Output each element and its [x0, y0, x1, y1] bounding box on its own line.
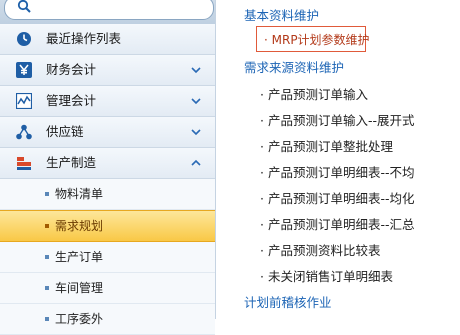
sidebar-subitem-production-order[interactable]: 生产订单 [0, 242, 215, 273]
sidebar-item-manufacturing[interactable]: 生产制造 [0, 148, 215, 179]
sidebar-item-supply-chain[interactable]: 供应链 [0, 117, 215, 148]
mrp-params-link[interactable]: · MRP计划参数维护 [264, 31, 370, 48]
sidebar-menu: 最近操作列表 财务会计 管理会计 供应链 生产制造 物料清单 需求规划 生产订单… [0, 24, 215, 335]
sidebar-subitem-label: 需求规划 [55, 219, 104, 233]
bullet-icon [45, 224, 49, 228]
sidebar-item-label: 最近操作列表 [46, 31, 122, 46]
link-forecast-order-input[interactable]: · 产品预测订单输入 [260, 84, 368, 103]
section-title-pre-plan-audit[interactable]: 计划前稽核作业 [244, 292, 332, 311]
link-forecast-detail-uneven[interactable]: · 产品预测订单明细表--不均 [260, 162, 414, 181]
factory-icon [17, 157, 31, 170]
sidebar-item-finance[interactable]: 财务会计 [0, 55, 215, 86]
sidebar: 最近操作列表 财务会计 管理会计 供应链 生产制造 物料清单 需求规划 生产订单… [0, 0, 216, 335]
sidebar-item-label: 财务会计 [46, 62, 97, 77]
search-bar [0, 0, 215, 24]
bullet-icon [45, 192, 49, 196]
sidebar-item-management-accounting[interactable]: 管理会计 [0, 86, 215, 117]
sidebar-subitem-label: 物料清单 [55, 187, 104, 201]
sidebar-item-label: 供应链 [46, 124, 84, 139]
sidebar-subitem-label: 工序委外 [55, 312, 104, 326]
link-forecast-order-input-expanded[interactable]: · 产品预测订单输入--展开式 [260, 110, 414, 129]
bullet-icon [45, 286, 49, 290]
section-title-demand-source[interactable]: 需求来源资料维护 [244, 57, 344, 76]
sidebar-subitem-outsourcing[interactable]: 工序委外 [0, 304, 215, 335]
sidebar-subitem-workshop[interactable]: 车间管理 [0, 273, 215, 304]
search-input[interactable] [4, 0, 214, 20]
sidebar-subitem-label: 车间管理 [55, 281, 104, 295]
sidebar-item-recent[interactable]: 最近操作列表 [0, 24, 215, 55]
link-forecast-compare[interactable]: · 产品预测资料比较表 [260, 240, 380, 259]
link-open-sales-orders[interactable]: · 未关闭销售订单明细表 [260, 266, 393, 285]
chevron-down-icon [191, 98, 201, 105]
section-title-basic[interactable]: 基本资料维护 [244, 5, 319, 24]
yen-icon [16, 62, 32, 78]
chevron-down-icon [191, 129, 201, 136]
sidebar-item-label: 生产制造 [46, 155, 97, 170]
bullet-icon [45, 317, 49, 321]
chart-icon [16, 93, 32, 109]
sidebar-subitem-demand-planning[interactable]: 需求规划 [0, 210, 215, 242]
link-forecast-detail-summary[interactable]: · 产品预测订单明细表--汇总 [260, 214, 414, 233]
sidebar-subitem-label: 生产订单 [55, 250, 104, 264]
clock-icon [17, 32, 31, 46]
bullet-icon [45, 255, 49, 259]
chevron-down-icon [191, 67, 201, 74]
main-content: 基本资料维护 · MRP计划参数维护 需求来源资料维护 · 产品预测订单输入 ·… [216, 0, 460, 319]
search-icon [17, 0, 31, 13]
sidebar-item-label: 管理会计 [46, 93, 97, 108]
sidebar-subitem-bom[interactable]: 物料清单 [0, 179, 215, 210]
chevron-up-icon [191, 159, 201, 166]
link-forecast-order-batch[interactable]: · 产品预测订单整批处理 [260, 136, 393, 155]
network-icon [16, 124, 32, 140]
link-forecast-detail-even[interactable]: · 产品预测订单明细表--均化 [260, 188, 414, 207]
